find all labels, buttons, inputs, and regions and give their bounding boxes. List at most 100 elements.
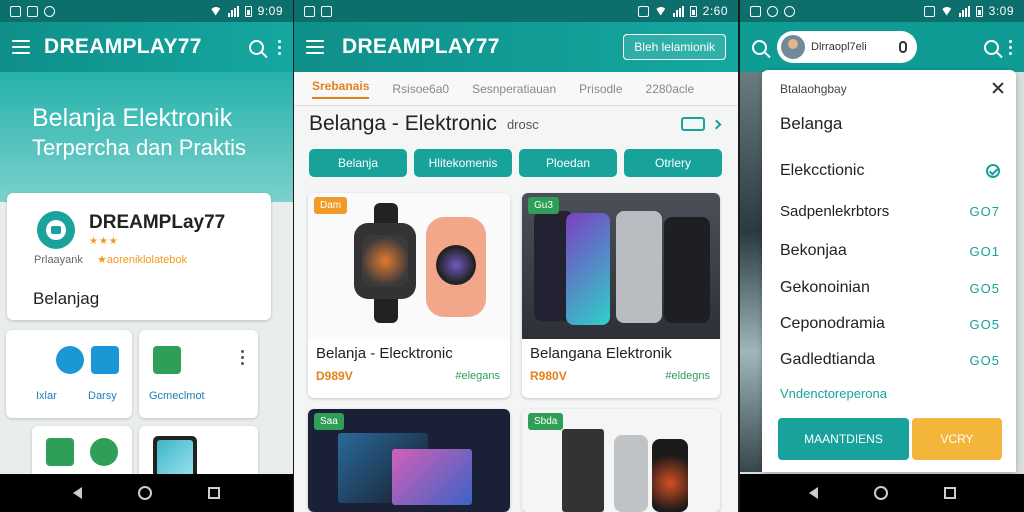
hero-subtitle: Terpercha dan Praktis bbox=[32, 134, 246, 160]
laptop-image bbox=[392, 449, 472, 505]
smartwatch-image bbox=[426, 217, 486, 317]
smartwatch-image bbox=[354, 223, 416, 299]
menu-icon[interactable] bbox=[12, 40, 30, 54]
trend-icon bbox=[90, 438, 118, 466]
tab-item[interactable]: Srebanais bbox=[312, 79, 370, 99]
search-icon[interactable] bbox=[752, 39, 767, 55]
phone-image bbox=[616, 211, 662, 323]
menu-item-value: GO5 bbox=[969, 280, 1000, 296]
status-bar: 3:09 bbox=[740, 0, 1024, 22]
menu-item[interactable]: Gadledtianda GO5 bbox=[780, 349, 1000, 371]
filter-pill[interactable]: Ploedan bbox=[519, 149, 617, 177]
phone-image bbox=[566, 213, 610, 325]
search-icon[interactable] bbox=[984, 39, 999, 55]
product-card[interactable]: Gu3 Belangana Elektronik R980V #eldegns bbox=[522, 193, 720, 398]
product-name: Belangana Elektronik bbox=[530, 345, 672, 362]
battery-icon bbox=[689, 5, 697, 17]
section-subtitle: drosc bbox=[506, 116, 539, 132]
app-bar: DREAMPLAY77 Bleh lelamionik bbox=[294, 22, 738, 72]
filter-pill[interactable]: Belanja bbox=[309, 149, 407, 177]
product-image bbox=[308, 193, 510, 339]
status-time: 2:60 bbox=[702, 4, 728, 18]
speaker-image bbox=[652, 439, 688, 512]
tab-item[interactable]: 2280acle bbox=[646, 82, 695, 96]
image-icon bbox=[750, 5, 761, 17]
see-all-link[interactable] bbox=[681, 117, 722, 131]
sheet-title: Belanga bbox=[780, 114, 843, 133]
category-tabs: Srebanais Rsisoe6a0 Sesnperatiauan Priso… bbox=[294, 72, 738, 106]
filter-pill[interactable]: Otrlery bbox=[624, 149, 722, 177]
tab-item[interactable]: Rsisoe6a0 bbox=[392, 82, 449, 96]
back-icon[interactable] bbox=[808, 487, 818, 499]
store-name: DREAMPLay77 bbox=[89, 212, 226, 233]
recents-icon[interactable] bbox=[208, 487, 220, 499]
filter-pill[interactable]: Hlitekomenis bbox=[414, 149, 512, 177]
product-badge: Gu3 bbox=[528, 197, 559, 214]
nfc-icon bbox=[923, 5, 935, 17]
category-sheet: Btalaohgbay Belanga Elekcctionic Sadpenl… bbox=[762, 70, 1016, 472]
store-logo-icon bbox=[37, 211, 75, 249]
home-icon[interactable] bbox=[873, 486, 888, 500]
sheet-header: Btalaohgbay bbox=[780, 82, 847, 96]
shortcut-tile[interactable]: Gcmeclmot bbox=[139, 330, 258, 418]
background-content bbox=[740, 72, 762, 472]
tab-item[interactable]: Prisodle bbox=[579, 82, 622, 96]
shortcut-label: Gcmeclmot bbox=[149, 390, 205, 402]
primary-button[interactable]: MAANTDIENS bbox=[778, 418, 909, 460]
menu-item-label: Sadpenlekrbtors bbox=[780, 202, 890, 220]
product-tag: #elegans bbox=[455, 370, 500, 382]
menu-item[interactable]: Bekonjaa GO1 bbox=[780, 240, 1000, 262]
hero-title: Belanja Elektronik bbox=[32, 104, 233, 132]
phone-image bbox=[664, 217, 710, 323]
user-name: Dlrraopl7eli bbox=[811, 41, 867, 53]
wifi-icon bbox=[940, 6, 953, 16]
product-card[interactable]: Dam Belanja - Elecktronic D989V #elegans bbox=[308, 193, 510, 398]
menu-item[interactable]: Elekcctionic bbox=[780, 160, 1000, 182]
menu-item-label: Ceponodramia bbox=[780, 315, 885, 332]
secondary-button[interactable]: VCRY bbox=[912, 418, 1002, 460]
header-action-button[interactable]: Bleh lelamionik bbox=[623, 34, 726, 60]
more-icon[interactable] bbox=[241, 350, 244, 365]
signal-icon bbox=[672, 5, 684, 17]
recents-icon[interactable] bbox=[943, 487, 956, 499]
microphone-icon[interactable] bbox=[899, 41, 907, 53]
app-bar: DREAMPLAY77 bbox=[0, 22, 293, 72]
status-time: 3:09 bbox=[988, 4, 1014, 18]
product-price: D989V bbox=[316, 369, 353, 383]
menu-item-value: GO1 bbox=[969, 243, 1000, 259]
see-more-link[interactable]: Vndenctoreperona bbox=[780, 386, 887, 401]
app-bar: Dlrraopl7eli bbox=[740, 22, 1024, 72]
panel-catalog: 2:60 DREAMPLAY77 Bleh lelamionik Srebana… bbox=[294, 0, 738, 512]
store-rating-text: ★aoreniklolatebok bbox=[97, 254, 187, 266]
section-header: Belanga - Elektronic drosc bbox=[309, 110, 722, 138]
status-bar: 2:60 bbox=[294, 0, 738, 22]
store-subtitle: Prlaayank bbox=[34, 254, 83, 266]
status-bar: 9:09 bbox=[0, 0, 293, 22]
signal-icon bbox=[227, 5, 239, 17]
more-icon[interactable] bbox=[1009, 39, 1012, 55]
user-search-pill[interactable]: Dlrraopl7eli bbox=[777, 31, 917, 63]
more-icon[interactable] bbox=[278, 39, 281, 55]
menu-item[interactable]: Ceponodramia GO5 bbox=[780, 313, 1000, 335]
store-card[interactable]: DREAMPLay77 ★★★ Prlaayank ★aoreniklolate… bbox=[7, 193, 271, 320]
scan-icon bbox=[46, 438, 74, 466]
tab-item[interactable]: Sesnperatiauan bbox=[472, 82, 556, 96]
menu-item[interactable]: Gekonoinian GO5 bbox=[780, 277, 1000, 299]
shortcut-tile[interactable]: Ixlar Darsy bbox=[6, 330, 132, 418]
phone-image bbox=[614, 435, 648, 512]
menu-icon[interactable] bbox=[306, 40, 324, 54]
chat-icon bbox=[153, 346, 181, 374]
filter-pills: Belanja Hlitekomenis Ploedan Otrlery bbox=[309, 149, 722, 177]
product-badge: Saa bbox=[314, 413, 344, 430]
close-icon[interactable] bbox=[992, 82, 1004, 94]
menu-item-label: Gadledtianda bbox=[780, 351, 876, 368]
nav-bar bbox=[740, 474, 1024, 512]
back-icon[interactable] bbox=[73, 487, 82, 499]
menu-item[interactable]: Sadpenlekrbtors GO7 bbox=[780, 200, 1000, 222]
product-card[interactable]: Saa bbox=[308, 409, 510, 512]
product-price: R980V bbox=[530, 369, 567, 383]
product-card[interactable]: Sbda bbox=[522, 409, 720, 512]
home-icon[interactable] bbox=[138, 486, 152, 500]
search-icon[interactable] bbox=[249, 39, 264, 55]
battery-icon bbox=[975, 5, 983, 17]
